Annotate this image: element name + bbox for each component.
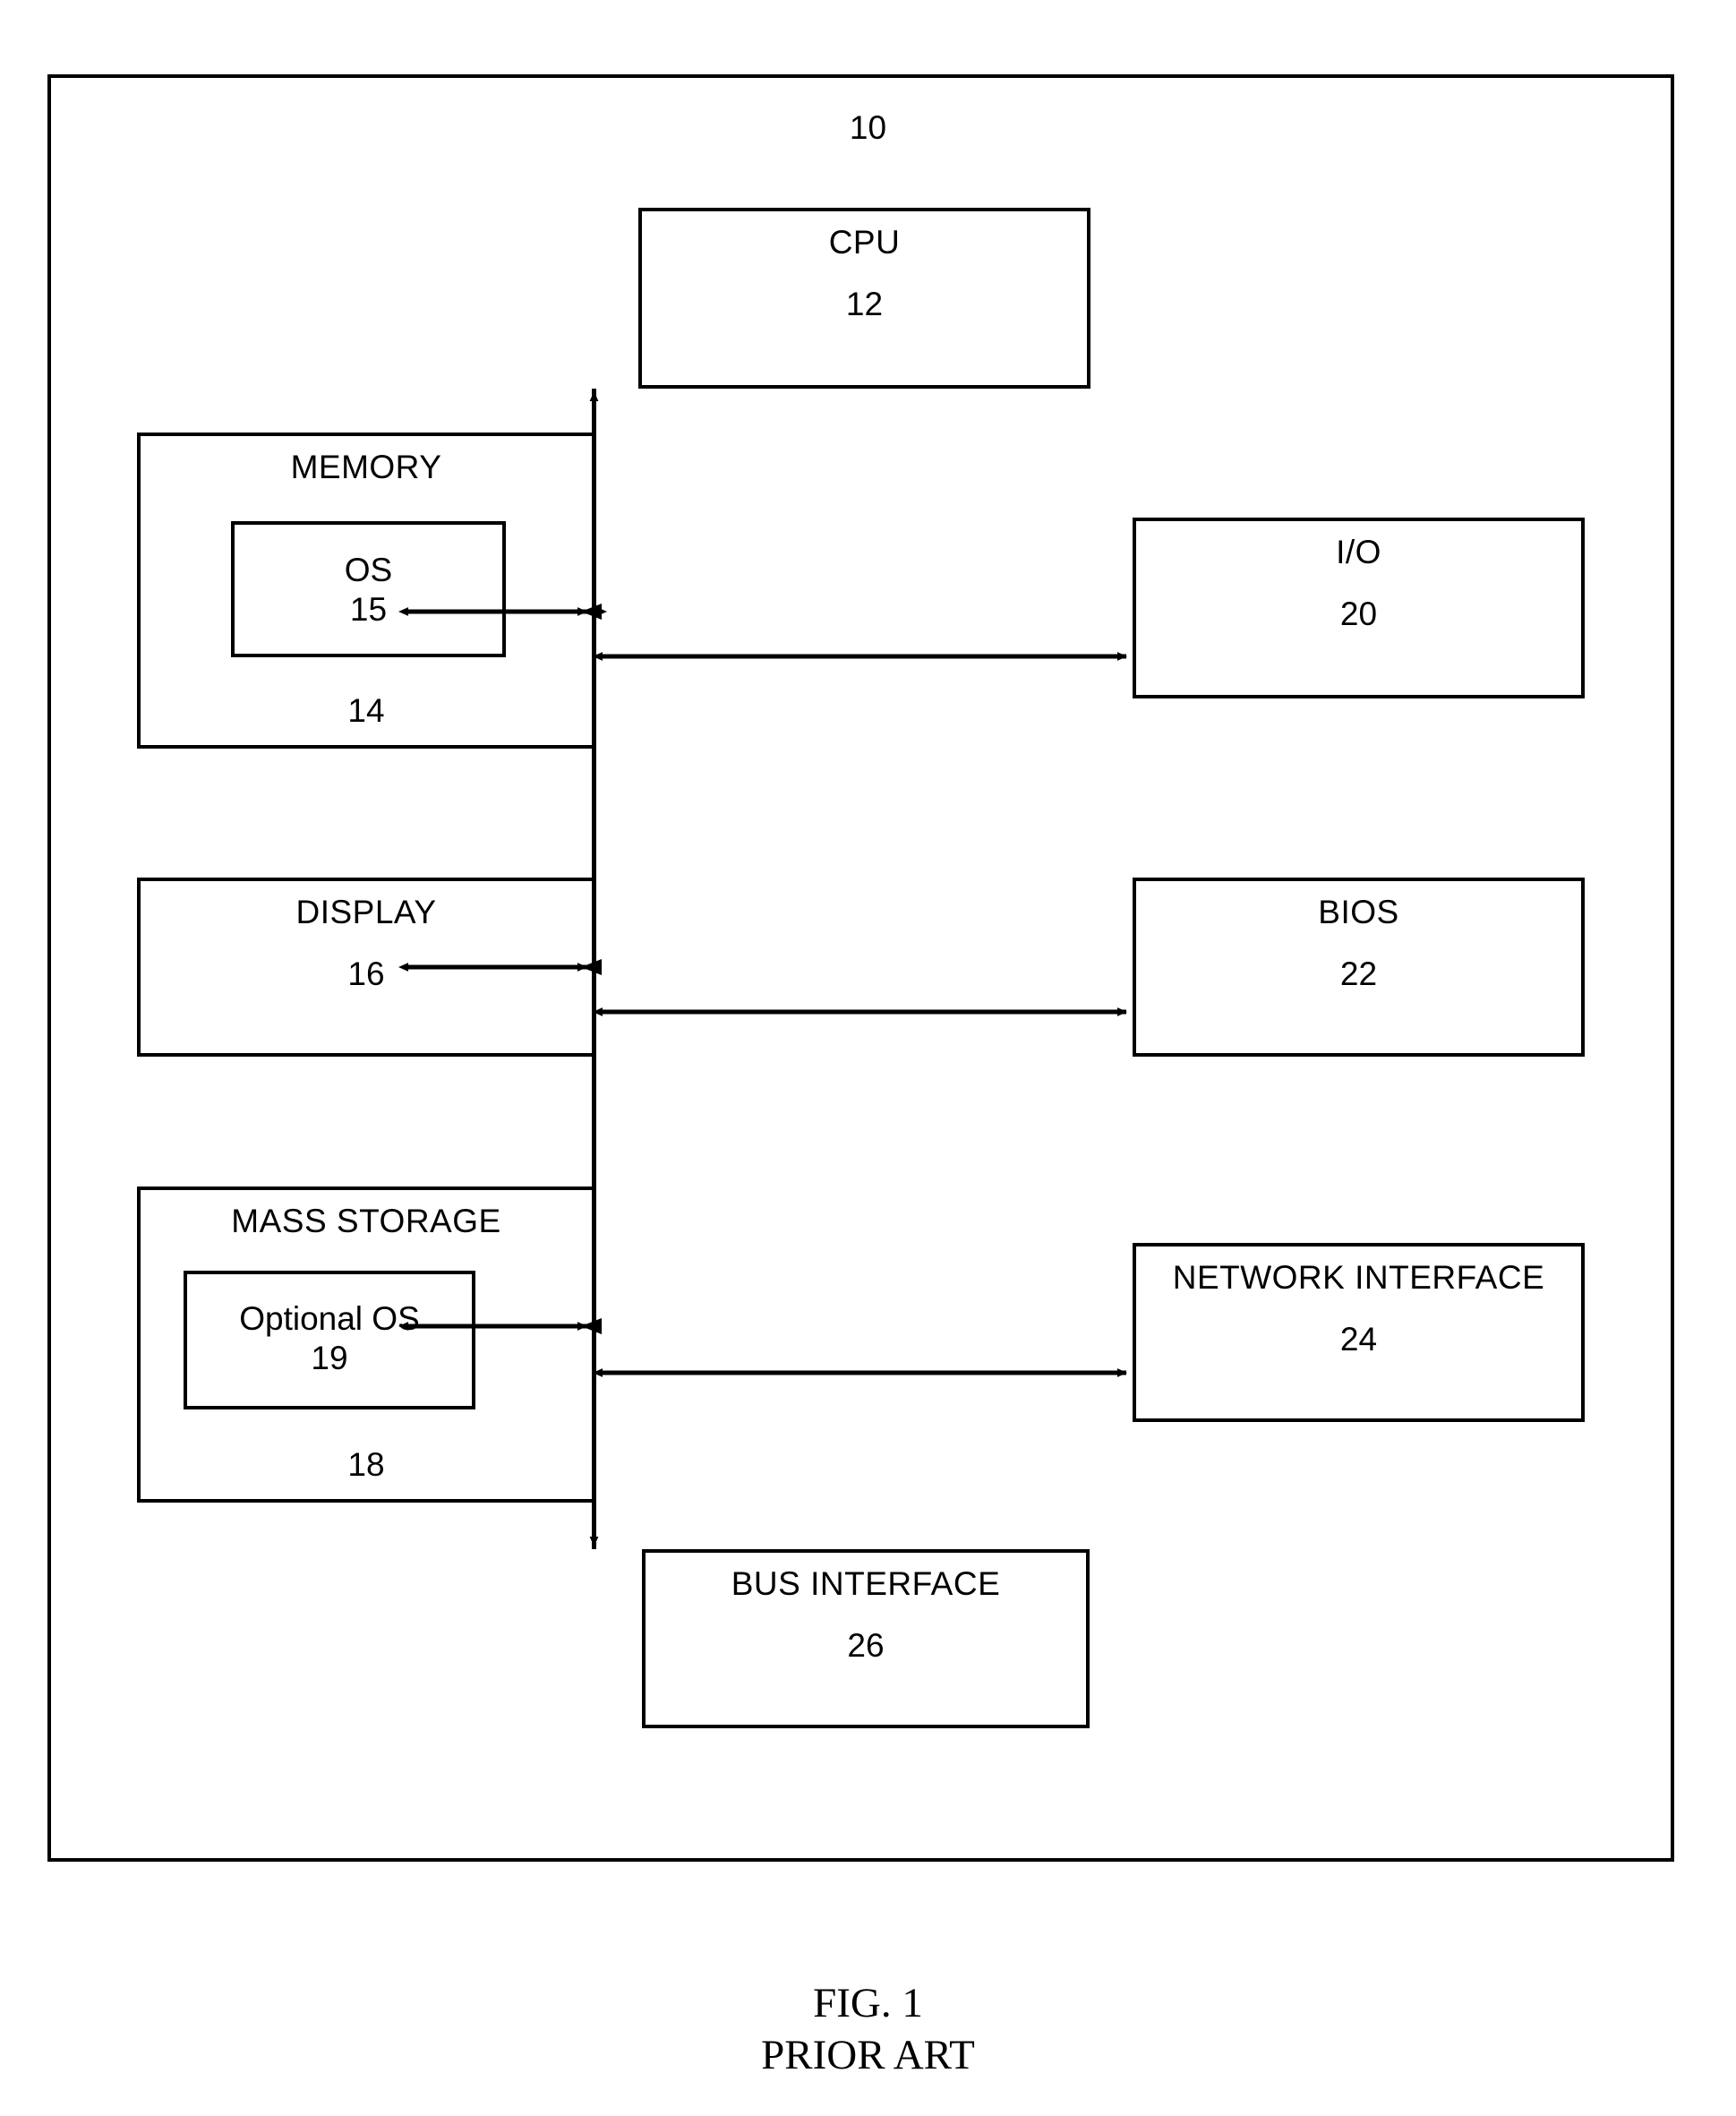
node-display[interactable]: DISPLAY 16 xyxy=(137,878,595,1057)
node-memory[interactable]: MEMORY OS 15 14 xyxy=(137,433,595,749)
node-mass-storage-title: MASS STORAGE xyxy=(231,1203,501,1239)
figure-caption-title: FIG. 1 xyxy=(813,1980,923,2026)
node-bios-ref: 22 xyxy=(1339,955,1378,992)
patent-figure: 10 CPU 12 MEMORY OS 15 14 I/O 20 DISPLAY… xyxy=(0,0,1736,2116)
node-display-title: DISPLAY xyxy=(295,894,437,930)
node-memory-ref: 14 xyxy=(347,692,385,729)
node-bus-interface-title: BUS INTERFACE xyxy=(731,1565,1001,1602)
node-mass-storage-ref: 18 xyxy=(347,1446,385,1483)
node-io[interactable]: I/O 20 xyxy=(1133,518,1585,698)
system-reference-numeral: 10 xyxy=(849,109,887,146)
node-io-title: I/O xyxy=(1336,534,1381,570)
node-network-interface-ref: 24 xyxy=(1339,1321,1378,1358)
node-io-ref: 20 xyxy=(1339,595,1378,632)
node-mass-storage[interactable]: MASS STORAGE Optional OS 19 18 xyxy=(137,1187,595,1503)
node-optional-os-ref: 19 xyxy=(311,1340,348,1376)
node-bios[interactable]: BIOS 22 xyxy=(1133,878,1585,1057)
node-os-ref: 15 xyxy=(349,591,388,628)
node-bus-interface-ref: 26 xyxy=(847,1627,885,1664)
node-bios-title: BIOS xyxy=(1318,894,1399,930)
node-network-interface-title: NETWORK INTERFACE xyxy=(1172,1259,1545,1296)
figure-caption-subtitle: PRIOR ART xyxy=(761,2032,975,2078)
node-memory-title: MEMORY xyxy=(290,449,442,485)
node-cpu-ref: 12 xyxy=(845,286,884,322)
node-display-ref: 16 xyxy=(347,955,385,992)
node-network-interface[interactable]: NETWORK INTERFACE 24 xyxy=(1133,1243,1585,1422)
node-bus-interface[interactable]: BUS INTERFACE 26 xyxy=(642,1549,1090,1728)
node-optional-os[interactable]: Optional OS 19 xyxy=(184,1271,475,1409)
node-optional-os-title: Optional OS xyxy=(239,1300,420,1337)
node-os[interactable]: OS 15 xyxy=(231,521,506,657)
node-cpu[interactable]: CPU 12 xyxy=(638,208,1090,389)
node-cpu-title: CPU xyxy=(828,224,901,261)
node-os-title: OS xyxy=(344,552,393,588)
